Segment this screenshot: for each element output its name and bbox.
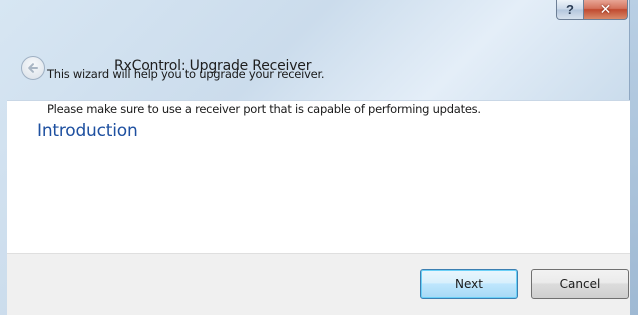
description-line-2: Please make sure to use a receiver port … <box>47 102 481 116</box>
caption-buttons: ? ✕ <box>556 0 628 21</box>
window-frame-right <box>629 0 638 315</box>
close-icon: ✕ <box>599 1 612 18</box>
back-arrow-icon <box>28 63 38 73</box>
description-line-1: This wizard will help you to upgrade you… <box>47 67 325 81</box>
next-button[interactable]: Next <box>420 269 518 299</box>
close-button[interactable]: ✕ <box>584 0 628 20</box>
page-heading: Introduction <box>37 121 138 141</box>
cancel-button[interactable]: Cancel <box>531 269 629 299</box>
help-button[interactable]: ? <box>556 0 584 20</box>
wizard-footer: Next Cancel <box>7 253 630 315</box>
help-icon: ? <box>566 2 574 17</box>
back-button[interactable] <box>21 56 45 80</box>
wizard-window: ? ✕ RxControl: Upgrade Receiver Introduc… <box>0 0 638 315</box>
wizard-content: Introduction <box>7 100 630 253</box>
